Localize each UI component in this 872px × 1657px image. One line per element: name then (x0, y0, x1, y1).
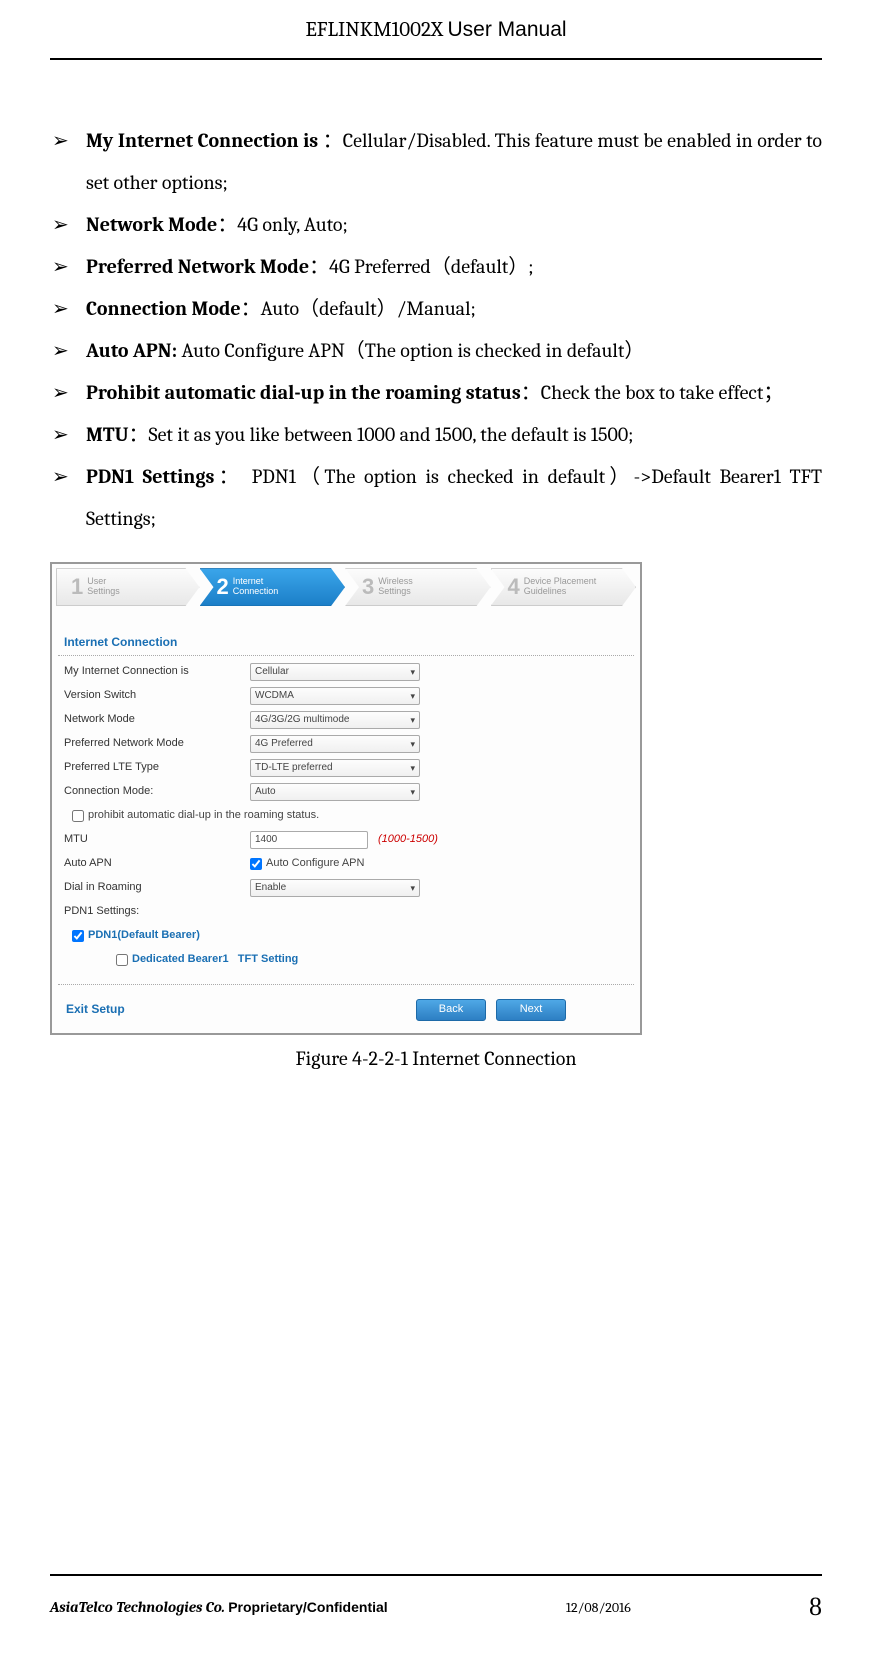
auto-apn-text: Auto Configure APN (266, 856, 364, 871)
bullet-text: ：4G only, Auto; (217, 213, 348, 236)
bullet-item: Preferred Network Mode：4G Preferred（defa… (50, 246, 822, 288)
field-label: My Internet Connection is (64, 664, 250, 679)
figure-wrap: 1UserSettings 2InternetConnection 3Wirel… (50, 562, 822, 1073)
select-version-switch[interactable]: WCDMA (250, 687, 420, 705)
dedicated-bearer-label[interactable]: Dedicated Bearer1 (132, 952, 229, 967)
bullet-bold: Network Mode (86, 213, 217, 236)
bullet-item: MTU：Set it as you like between 1000 and … (50, 414, 822, 456)
step-label: UserSettings (87, 577, 120, 597)
wizard-step-3[interactable]: 3WirelessSettings (345, 568, 491, 606)
field-label: MTU (64, 832, 250, 847)
exit-setup-link[interactable]: Exit Setup (66, 1001, 125, 1018)
step-number: 4 (508, 572, 520, 603)
row-mtu: MTU1400 (1000-1500) (64, 828, 628, 852)
bullet-text: ：Auto（default）/Manual; (241, 297, 476, 320)
back-button[interactable]: Back (416, 999, 486, 1021)
bullet-text: Auto Configure APN（The option is checked… (181, 339, 644, 362)
input-mtu[interactable]: 1400 (250, 831, 368, 849)
figure-caption: Figure 4-2-2-1 Internet Connection (50, 1045, 822, 1073)
row-preferred-lte: Preferred LTE TypeTD-LTE preferred (64, 756, 628, 780)
bullet-item: Connection Mode：Auto（default）/Manual; (50, 288, 822, 330)
checkbox-auto-apn[interactable] (250, 858, 262, 870)
bullet-bold: My Internet Connection is (86, 129, 323, 152)
pdn1-label[interactable]: PDN1(Default Bearer) (88, 928, 200, 943)
footer-date: 12/08/2016 (566, 1593, 631, 1622)
footer-left: AsiaTelco Technologies Co. Proprietary/C… (50, 1592, 388, 1624)
field-label: PDN1 Settings: (64, 904, 250, 919)
step-number: 1 (71, 572, 83, 603)
select-preferred-lte[interactable]: TD-LTE preferred (250, 759, 420, 777)
select-connection-is[interactable]: Cellular (250, 663, 420, 681)
field-label: Preferred Network Mode (64, 736, 250, 751)
bullet-item: Auto APN: Auto Configure APN（The option … (50, 330, 822, 372)
select-preferred-network[interactable]: 4G Preferred (250, 735, 420, 753)
step-number: 2 (217, 572, 229, 603)
wizard-step-4[interactable]: 4Device PlacementGuidelines (491, 568, 637, 606)
select-network-mode[interactable]: 4G/3G/2G multimode (250, 711, 420, 729)
form-area: My Internet Connection isCellular Versio… (56, 656, 636, 978)
bullet-bold: MTU (86, 423, 129, 446)
bullet-bold: Preferred Network Mode (86, 255, 309, 278)
wizard-footer: Exit Setup Back Next (56, 991, 636, 1033)
step-label: InternetConnection (233, 577, 279, 597)
bullet-item: PDN1 Settings： PDN1（The option is checke… (50, 456, 822, 540)
step-label: Device PlacementGuidelines (524, 577, 597, 597)
wizard-step-1[interactable]: 1UserSettings (56, 568, 200, 606)
bullet-bold: Connection Mode (86, 297, 241, 320)
bullet-text: ：4G Preferred（default）; (309, 255, 533, 278)
step-number: 3 (362, 572, 374, 603)
select-connection-mode[interactable]: Auto (250, 783, 420, 801)
field-label: Auto APN (64, 856, 250, 871)
row-dial-roaming: Dial in RoamingEnable (64, 876, 628, 900)
bullet-item: My Internet Connection is ：Cellular/Disa… (50, 120, 822, 204)
wizard-steps: 1UserSettings 2InternetConnection 3Wirel… (56, 568, 636, 606)
checkbox-pdn1[interactable] (72, 930, 84, 942)
bullet-text: ：Check the box to take effect； (521, 381, 784, 404)
next-button[interactable]: Next (496, 999, 566, 1021)
header-title-a: EFLINKM1002X (305, 18, 447, 42)
field-label: Version Switch (64, 688, 250, 703)
step-label: WirelessSettings (378, 577, 413, 597)
bullet-text: ：Set it as you like between 1000 and 150… (129, 423, 634, 446)
checkbox-dedicated-bearer[interactable] (116, 954, 128, 966)
divider (58, 984, 634, 985)
main-content: My Internet Connection is ：Cellular/Disa… (50, 60, 822, 1073)
tft-setting-link[interactable]: TFT Setting (238, 952, 299, 967)
bullet-item: Prohibit automatic dial-up in the roamin… (50, 372, 822, 414)
bullet-item: Network Mode：4G only, Auto; (50, 204, 822, 246)
field-label: Dial in Roaming (64, 880, 250, 895)
field-label: Network Mode (64, 712, 250, 727)
field-label: Connection Mode: (64, 784, 250, 799)
row-preferred-network: Preferred Network Mode4G Preferred (64, 732, 628, 756)
field-label: prohibit automatic dial-up in the roamin… (88, 808, 319, 823)
section-title: Internet Connection (58, 630, 634, 656)
row-prohibit-roaming: prohibit automatic dial-up in the roamin… (64, 804, 628, 828)
row-auto-apn: Auto APN Auto Configure APN (64, 852, 628, 876)
bullet-bold: Auto APN: (86, 339, 181, 362)
checkbox-prohibit-roaming[interactable] (72, 810, 84, 822)
row-network-mode: Network Mode4G/3G/2G multimode (64, 708, 628, 732)
wizard-step-2[interactable]: 2InternetConnection (200, 568, 346, 606)
page-footer: AsiaTelco Technologies Co. Proprietary/C… (50, 1574, 822, 1635)
field-label: Preferred LTE Type (64, 760, 250, 775)
row-dedicated-bearer: Dedicated Bearer1 TFT Setting (64, 948, 628, 972)
row-connection-mode: Connection Mode:Auto (64, 780, 628, 804)
row-version-switch: Version SwitchWCDMA (64, 684, 628, 708)
bullet-bold: PDN1 Settings (86, 465, 214, 488)
row-pdn1-settings: PDN1 Settings: (64, 900, 628, 924)
mtu-hint: (1000-1500) (378, 832, 438, 847)
bullet-list: My Internet Connection is ：Cellular/Disa… (50, 120, 822, 540)
row-pdn1-default: PDN1(Default Bearer) (64, 924, 628, 948)
header-title-b: User Manual (447, 18, 566, 41)
bullet-bold: Prohibit automatic dial-up in the roamin… (86, 381, 521, 404)
wizard-frame: 1UserSettings 2InternetConnection 3Wirel… (50, 562, 642, 1035)
select-dial-roaming[interactable]: Enable (250, 879, 420, 897)
row-connection-is: My Internet Connection isCellular (64, 660, 628, 684)
page-header: EFLINKM1002X User Manual (50, 0, 822, 60)
page-number: 8 (809, 1580, 822, 1635)
